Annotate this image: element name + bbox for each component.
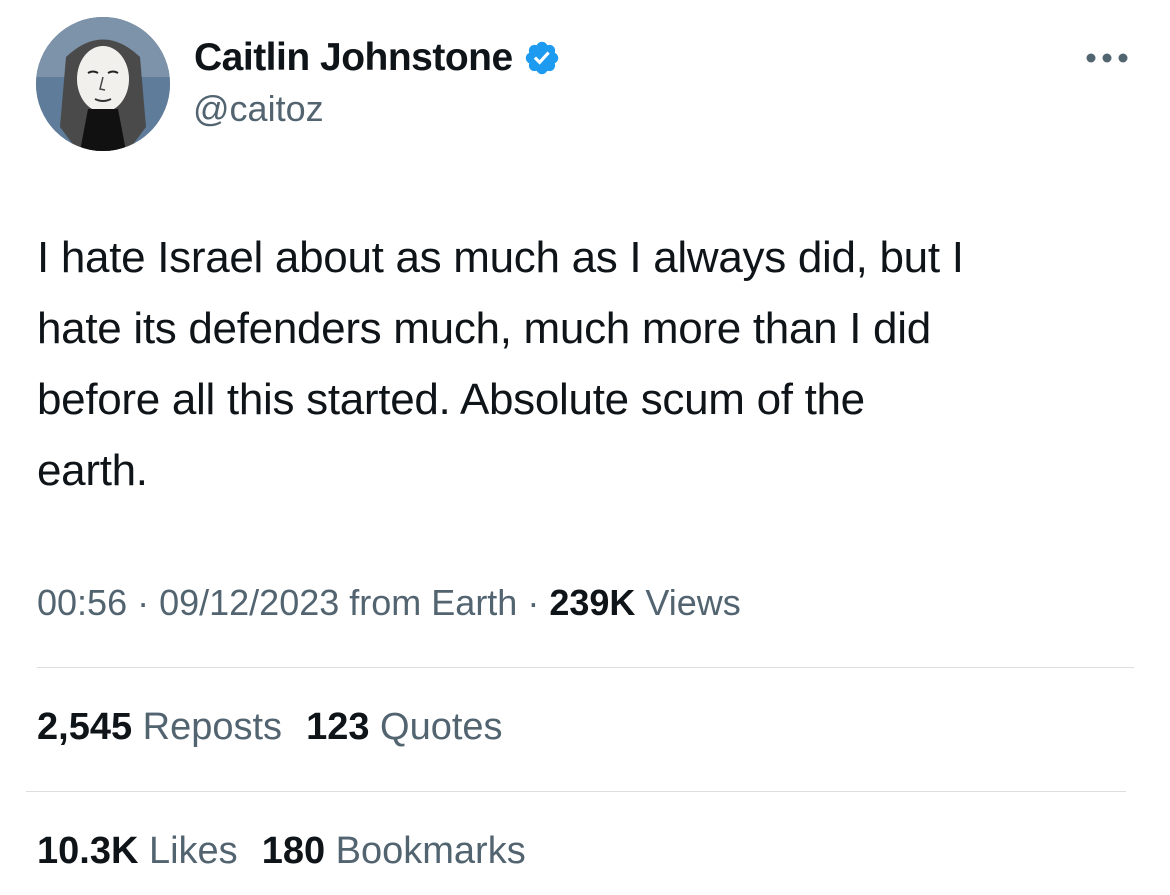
more-options-button[interactable]	[1084, 40, 1130, 76]
meta-separator: ·	[517, 582, 550, 623]
display-name-text: Caitlin Johnstone	[194, 36, 513, 79]
reposts-label: Reposts	[132, 706, 283, 748]
engagement-row-1: 2,545 Reposts 123 Quotes	[37, 706, 503, 749]
reposts-count: 2,545	[37, 706, 133, 748]
quotes-count: 123	[306, 706, 370, 748]
tweet-time[interactable]: 00:56	[37, 582, 127, 623]
likes-count: 10.3K	[37, 830, 139, 872]
quotes-link[interactable]: 123 Quotes	[306, 706, 502, 749]
tweet-line: I hate Israel about as much as I always …	[37, 233, 964, 282]
tweet-source: from Earth	[339, 582, 518, 623]
handle[interactable]: @caitoz	[193, 88, 324, 130]
display-name[interactable]: Caitlin Johnstone	[194, 32, 561, 84]
quotes-label: Quotes	[369, 706, 503, 748]
divider	[26, 791, 1126, 792]
likes-label: Likes	[138, 830, 238, 872]
tweet-line: before all this started. Absolute scum o…	[37, 375, 865, 424]
verified-badge-icon[interactable]	[523, 39, 561, 77]
tweet-date[interactable]: 09/12/2023	[159, 582, 339, 623]
tweet-meta: 00:56 · 09/12/2023 from Earth · 239K Vie…	[37, 582, 741, 624]
tweet-line: hate its defenders much, much more than …	[37, 304, 931, 353]
bookmarks-count: 180	[261, 830, 326, 872]
avatar[interactable]	[36, 17, 170, 151]
views-count: 239K	[549, 582, 636, 623]
views-label: Views	[635, 582, 741, 623]
bookmarks-link[interactable]: 180 Bookmarks	[262, 830, 526, 873]
bookmarks-label: Bookmarks	[325, 830, 526, 872]
tweet-text: I hate Israel about as much as I always …	[37, 222, 1137, 506]
divider	[37, 667, 1134, 668]
tweet-line: earth.	[37, 446, 148, 495]
meta-separator: ·	[127, 582, 160, 623]
engagement-row-2: 10.3K Likes 180 Bookmarks	[37, 830, 526, 873]
profile-avatar-image	[36, 17, 170, 151]
likes-link[interactable]: 10.3K Likes	[37, 830, 238, 873]
ellipsis-icon	[1086, 53, 1128, 63]
reposts-link[interactable]: 2,545 Reposts	[37, 706, 282, 749]
